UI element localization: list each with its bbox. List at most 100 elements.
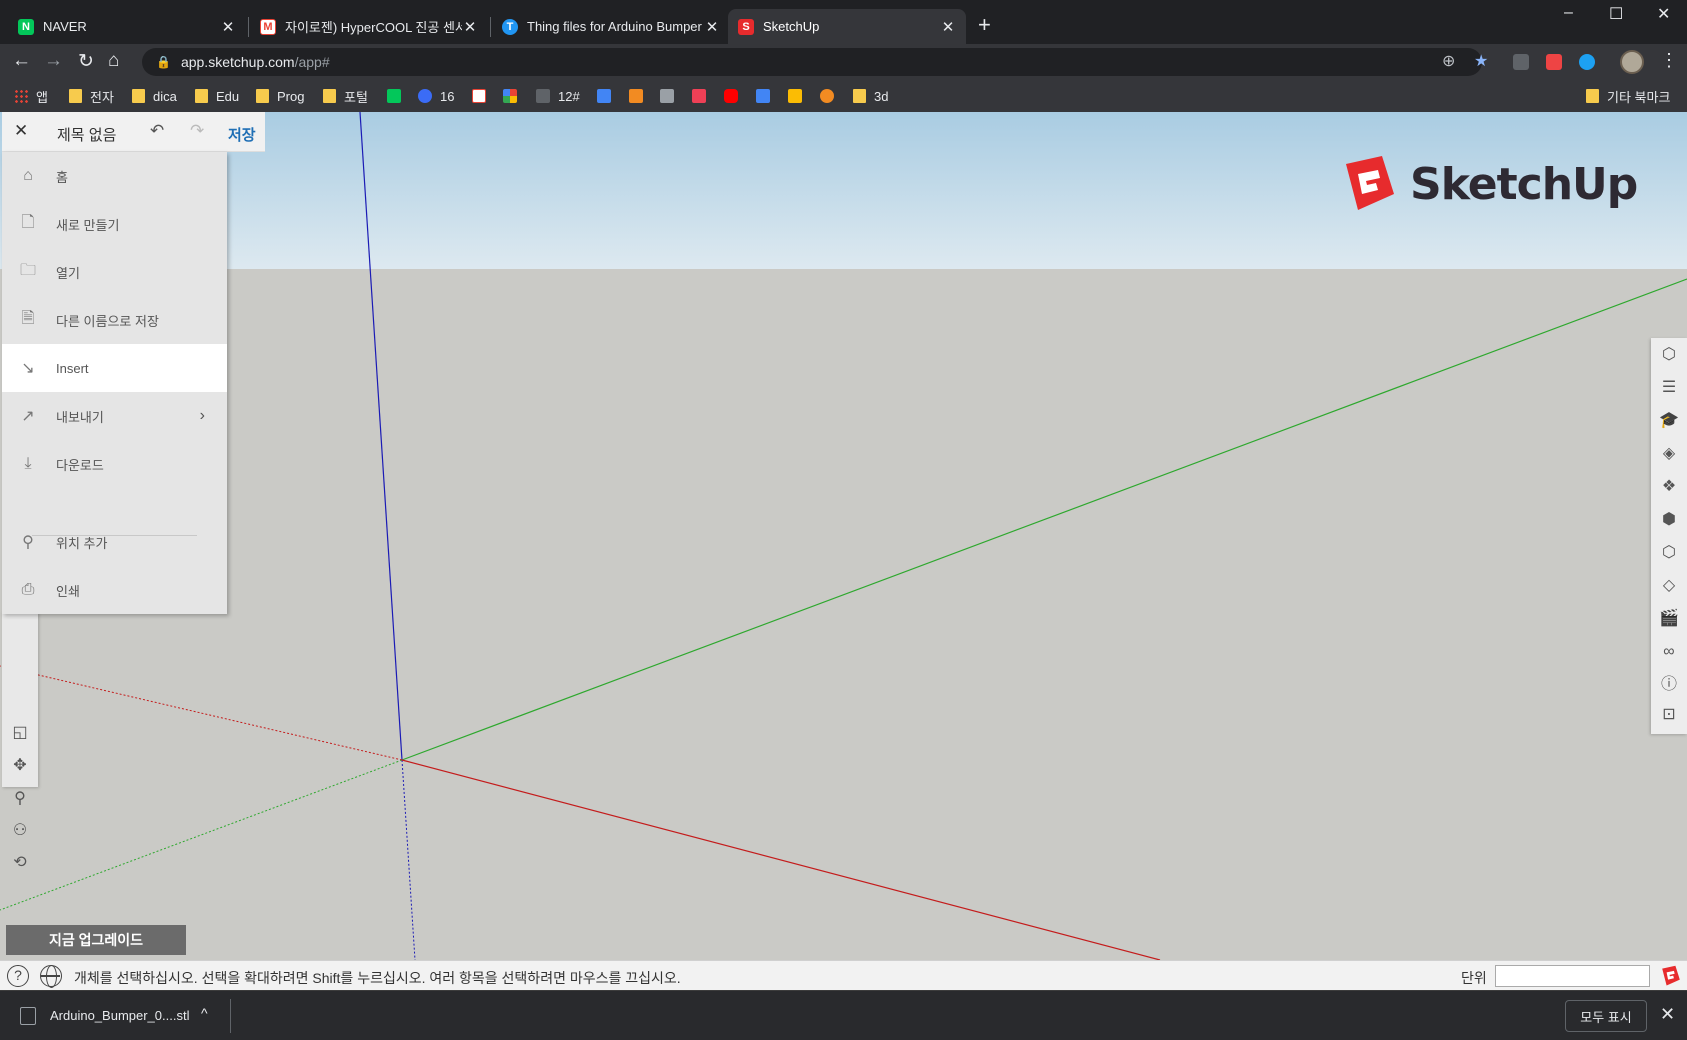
menu-item-new[interactable]: 🗋 새로 만들기 [2,200,227,248]
close-menu-icon[interactable]: ✕ [14,121,28,141]
scenes-icon[interactable]: 🎬 [1658,608,1680,630]
sketchup-viewport[interactable]: SketchUp ◱ ✥ ⚲ ⚇ ⟲ ✕ 제목 없음 ↶ ↷ 저장 ⌂ 홈 🗋 … [0,112,1687,960]
tab-naver[interactable]: N NAVER ✕ [8,9,246,44]
entity-info-icon[interactable]: ⬡ [1658,344,1680,366]
menu-item-add-location[interactable]: ⚲ 위치 추가 [2,518,227,566]
tab-close-icon[interactable]: ✕ [940,18,956,36]
walk-tool-icon[interactable]: ⚇ [9,820,31,842]
tab-gmail[interactable]: M 자이로젠) HyperCOOL 진공 센서 ✕ [250,9,488,44]
styles-icon[interactable]: ⬢ [1658,509,1680,531]
file-menu-header: ✕ 제목 없음 ↶ ↷ 저장 [2,112,265,152]
extension-icon[interactable] [1513,54,1529,70]
url-path: /app# [294,54,330,70]
extension-icon[interactable] [1579,54,1595,70]
bookmark-star-icon[interactable]: ★ [1474,51,1488,71]
folder-icon [195,89,208,103]
bookmark-site[interactable]: 12# [536,87,580,105]
maximize-button[interactable]: ☐ [1609,4,1623,24]
office-extension-icon[interactable] [1546,54,1562,70]
upgrade-button[interactable]: 지금 업그레이드 [6,925,186,955]
bookmark-youtube[interactable] [724,87,746,105]
globe-icon[interactable] [40,965,62,988]
menu-item-open[interactable]: 🗀 열기 [2,248,227,296]
tab-close-icon[interactable]: ✕ [704,18,720,36]
folder-icon [256,89,269,103]
components-icon[interactable]: ❖ [1658,476,1680,498]
chevron-up-icon[interactable]: ^ [201,1005,208,1021]
bookmark-calendar[interactable] [597,87,619,105]
bookmark-printer[interactable] [660,87,682,105]
materials-icon[interactable]: ◈ [1658,443,1680,465]
window-close-button[interactable]: ✕ [1657,4,1670,24]
red-axis [401,759,1161,960]
undo-icon[interactable]: ↶ [150,121,164,141]
address-bar[interactable]: 🔒 app.sketchup.com/app# [142,48,1482,76]
bookmark-folder[interactable]: 전자 [69,87,114,105]
avatar[interactable] [1620,50,1644,74]
model-info-icon[interactable]: ⓘ [1658,674,1680,696]
tab-thingiverse[interactable]: T Thing files for Arduino Bumper ✕ [492,9,730,44]
thingiverse-icon: T [502,18,518,35]
move-tool-icon[interactable]: ✥ [9,755,31,777]
bookmark-folder[interactable]: 포털 [323,87,368,105]
bookmark-gmail[interactable] [472,87,494,105]
units-input[interactable] [1495,965,1650,987]
bookmark-folder[interactable]: 3d [853,87,888,105]
menu-kebab-icon[interactable]: ⋮ [1660,50,1678,71]
home-icon[interactable]: ⌂ [108,50,119,72]
bookmark-photos[interactable] [503,87,525,105]
bookmark-naver[interactable] [387,87,409,105]
bookmark-site[interactable] [820,87,842,105]
reload-icon[interactable]: ↻ [78,50,94,73]
bookmark-site[interactable]: 16 [418,87,454,105]
minimize-button[interactable]: – [1564,4,1573,22]
sketchup-icon: S [738,18,754,35]
bookmark-maps[interactable] [788,87,810,105]
green-axis-negative [0,759,403,911]
sketchup-mini-icon[interactable] [1660,964,1682,988]
forward-arrow-icon[interactable]: → [44,50,63,72]
tags-icon[interactable]: ◇ [1658,575,1680,597]
views-icon[interactable]: ⬡ [1658,542,1680,564]
menu-item-export[interactable]: ↗ 내보내기 › [2,392,227,440]
bookmark-folder[interactable]: dica [132,87,177,105]
redo-icon[interactable]: ↷ [190,121,204,141]
menu-item-download[interactable]: ⤓ 다운로드 [2,440,227,488]
add-icon[interactable]: ⊕ [1442,51,1455,71]
bookmark-translate[interactable] [756,87,778,105]
document-title[interactable]: 제목 없음 [57,124,116,145]
back-arrow-icon[interactable]: ← [12,50,31,72]
bookmark-pocket[interactable] [692,87,714,105]
bookmark-folder[interactable]: Prog [256,87,304,105]
show-all-button[interactable]: 모두 표시 [1565,1000,1647,1032]
instructor-icon[interactable]: 🎓 [1658,410,1680,432]
bookmark-r[interactable] [629,87,651,105]
menu-item-insert[interactable]: ↘ Insert [2,344,227,392]
bookmark-folder[interactable]: Edu [195,87,239,105]
bookmark-label: 16 [440,88,455,104]
offset-tool-icon[interactable]: ◱ [9,722,31,744]
insert-icon: ↘ [21,360,35,377]
solid-inspector-icon[interactable]: ⊡ [1658,704,1680,726]
gmail-icon: M [260,18,276,35]
paint-tool-icon[interactable]: ⚲ [9,788,31,810]
other-bookmarks[interactable]: 기타 북마크 [1586,87,1670,105]
tab-sketchup[interactable]: S SketchUp ✕ [728,9,966,44]
bookmark-apps[interactable]: 앱 [14,87,48,105]
tab-close-icon[interactable]: ✕ [462,18,478,36]
display-icon[interactable]: ∞ [1658,641,1680,663]
menu-item-print[interactable]: ⎙ 인쇄 [2,566,227,614]
tab-close-icon[interactable]: ✕ [220,18,236,36]
site-icon [418,89,432,103]
save-button[interactable]: 저장 [228,124,256,145]
menu-item-save-as[interactable]: 🗎 다른 이름으로 저장 [2,296,227,344]
outliner-icon[interactable]: ☰ [1658,377,1680,399]
orbit-tool-icon[interactable]: ⟲ [9,852,31,874]
download-item[interactable]: Arduino_Bumper_0....stl [50,1008,189,1023]
download-shelf: Arduino_Bumper_0....stl ^ 모두 표시 ✕ [0,990,1687,1040]
menu-item-home[interactable]: ⌂ 홈 [2,152,227,200]
new-tab-button[interactable]: + [978,13,991,37]
help-icon[interactable]: ? [7,965,29,987]
close-shelf-icon[interactable]: ✕ [1660,1004,1675,1025]
maps-icon [788,89,802,103]
